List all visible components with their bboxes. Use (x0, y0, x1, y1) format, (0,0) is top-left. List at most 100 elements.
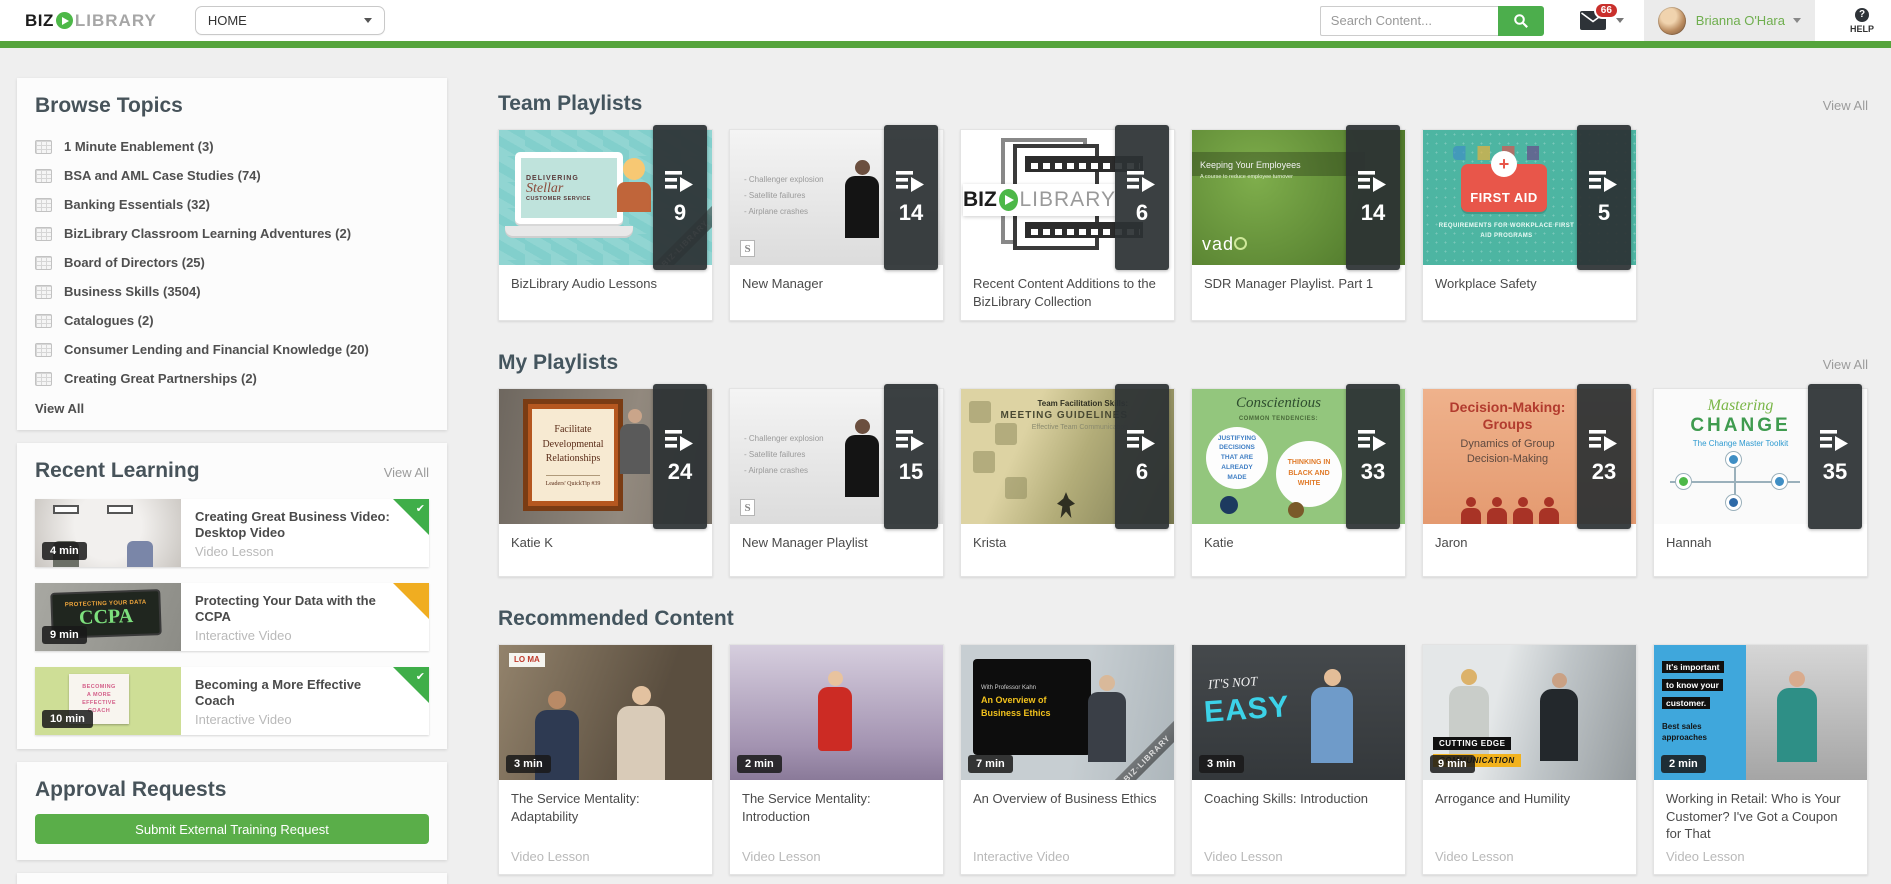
topic-label: Banking Essentials (32) (64, 197, 210, 212)
logo-library-text: LIBRARY (74, 10, 157, 30)
content-thumbnail[interactable]: With Professor Kahn An Overview of Busin… (961, 645, 1174, 781)
playlist-card[interactable]: Decision-Making: Groups Dynamics of Grou… (1422, 384, 1637, 578)
topic-label: Board of Directors (25) (64, 255, 205, 270)
content-card[interactable]: 2 min The Service Mentality: Introductio… (729, 644, 944, 876)
playlist-count: 15 (898, 458, 924, 484)
in-progress-ribbon (393, 583, 429, 619)
topic-label: Creating Great Partnerships (2) (64, 371, 257, 386)
playlist-strip: 6 (1115, 125, 1169, 270)
content-card[interactable]: CUTTING EDGE COMMUNICATION 9 min Arrogan… (1422, 644, 1637, 876)
playlist-card[interactable]: - Challenger explosion - Satellite failu… (729, 125, 944, 322)
help-button[interactable]: ? HELP (1843, 7, 1881, 34)
topic-item[interactable]: Consumer Lending and Financial Knowledge… (35, 335, 429, 364)
search-input[interactable] (1319, 5, 1498, 36)
content-thumbnail[interactable]: IT'S NOT EASY 3 min (1192, 645, 1405, 781)
duration-badge: 9 min (42, 626, 87, 644)
content-thumbnail[interactable]: LO MA 3 min (499, 645, 712, 781)
my-playlists-view-all[interactable]: View All (1823, 357, 1868, 372)
thumbnail-text: EFFECTIVE (82, 700, 116, 706)
topic-item[interactable]: Catalogues (2) (35, 306, 429, 335)
playlist-strip: 33 (1346, 384, 1400, 530)
thumbnail-text: - Challenger explosion (744, 434, 824, 444)
thumbnail-text: With Professor Kahn (981, 685, 1037, 692)
thumbnail-text: CUSTOMER SERVICE (526, 195, 591, 202)
notifications-menu[interactable]: 66 (1579, 2, 1624, 30)
content-thumbnail[interactable]: CUTTING EDGE COMMUNICATION 9 min (1423, 645, 1636, 781)
content-card[interactable]: With Professor Kahn An Overview of Busin… (960, 644, 1175, 876)
playlist-thumbnail[interactable]: Conscientious COMMON TENDENCIES: JUSTIFY… (1192, 384, 1405, 530)
content-card[interactable]: It's important to know your customer. Be… (1653, 644, 1868, 876)
duration-badge: 9 min (1430, 755, 1475, 774)
browse-topics-view-all[interactable]: View All (35, 401, 429, 416)
topic-grid-icon (35, 371, 52, 386)
content-thumbnail[interactable]: 2 min (730, 645, 943, 781)
skillsoft-logo: S (740, 240, 755, 257)
playlist-thumbnail[interactable]: Mastering CHANGE The Change Master Toolk… (1654, 384, 1867, 530)
vado-logo: vad (1202, 234, 1235, 254)
thumbnail-text: REQUIREMENTS FOR WORKPLACE FIRST AID PRO… (1438, 223, 1575, 239)
submit-external-training-request-button[interactable]: Submit External Training Request (35, 814, 429, 844)
playlist-card[interactable]: Facilitate Developmental Relationships L… (498, 384, 713, 578)
content-info: Working in Retail: Who is Your Customer?… (1654, 780, 1867, 874)
playlist-thumbnail[interactable]: DELIVERING Stellar CUSTOMER SERVICE BIZ◦… (499, 125, 712, 270)
topic-item[interactable]: Creating Great Partnerships (2) (35, 364, 429, 393)
playlist-card[interactable]: Mastering CHANGE The Change Master Toolk… (1653, 384, 1868, 578)
playlist-thumbnail[interactable]: + FIRST AID REQUIREMENTS FOR WORKPLACE F… (1423, 125, 1636, 270)
topic-item[interactable]: BizLibrary Classroom Learning Adventures… (35, 219, 429, 248)
recent-learning-item[interactable]: PROTECTING YOUR DATA CCPA 9 min Protecti… (35, 583, 429, 651)
content-thumbnail[interactable]: It's important to know your customer. Be… (1654, 645, 1867, 781)
topic-item[interactable]: Board of Directors (25) (35, 248, 429, 277)
topic-item[interactable]: Business Skills (3504) (35, 277, 429, 306)
playlist-strip: 23 (1577, 384, 1631, 530)
my-playlists-row: Facilitate Developmental Relationships L… (498, 384, 1891, 578)
content-card[interactable]: LO MA 3 min The Service Mentality: Adapt… (498, 644, 713, 876)
content-type: Video Lesson (742, 848, 821, 864)
playlist-thumbnail[interactable]: Facilitate Developmental Relationships L… (499, 384, 712, 530)
my-playlists-title: My Playlists (498, 351, 619, 375)
lesson-type: Interactive Video (195, 712, 292, 727)
approval-requests-title: Approval Requests (35, 778, 227, 801)
team-playlists-view-all[interactable]: View All (1823, 98, 1868, 113)
duration-badge: 10 min (42, 710, 93, 728)
thumbnail-text: - Satellite failures (744, 450, 806, 460)
thumbnail-text: CHANGE (1690, 415, 1791, 437)
search-button[interactable] (1497, 5, 1544, 36)
recent-learning-item[interactable]: 4 min Creating Great Business Video: Des… (35, 499, 429, 567)
topic-list: 1 Minute Enablement (3) BSA and AML Case… (35, 132, 429, 393)
recent-learning-view-all[interactable]: View All (384, 465, 429, 480)
playlist-card[interactable]: Conscientious COMMON TENDENCIES: JUSTIFY… (1191, 384, 1406, 578)
playlist-card[interactable]: - Challenger explosion - Satellite failu… (729, 384, 944, 578)
thumbnail-text: Team Facilitation Skills: (1037, 399, 1128, 409)
thumbnail-text: - Challenger explosion (744, 175, 824, 184)
playlist-title: Jaron (1435, 535, 1468, 551)
playlist-strip: 6 (1115, 384, 1169, 530)
question-mark-icon: ? (1855, 7, 1869, 22)
playlist-card[interactable]: + FIRST AID REQUIREMENTS FOR WORKPLACE F… (1422, 125, 1637, 322)
lesson-thumbnail: 4 min (35, 499, 181, 567)
user-menu[interactable]: Brianna O'Hara (1643, 0, 1815, 41)
topic-grid-icon (35, 139, 52, 154)
playlist-thumbnail[interactable]: Decision-Making: Groups Dynamics of Grou… (1423, 384, 1636, 530)
playlist-card[interactable]: DELIVERING Stellar CUSTOMER SERVICE BIZ◦… (498, 125, 713, 322)
playlist-title: BizLibrary Audio Lessons (511, 276, 657, 291)
playlist-thumbnail[interactable]: Keeping Your Employees A course to reduc… (1192, 125, 1405, 270)
playlist-count: 14 (1360, 199, 1386, 225)
playlist-card[interactable]: Team Facilitation Skills: MEETING GUIDEL… (960, 384, 1175, 578)
chevron-down-icon (1615, 18, 1624, 23)
document-icon (35, 284, 52, 299)
playlist-card[interactable]: Keeping Your Employees A course to reduc… (1191, 125, 1406, 322)
topic-item[interactable]: Banking Essentials (32) (35, 190, 429, 219)
playlist-thumbnail[interactable]: Team Facilitation Skills: MEETING GUIDEL… (961, 384, 1174, 530)
user-name: Brianna O'Hara (1695, 13, 1785, 28)
playlist-thumbnail[interactable]: - Challenger explosion - Satellite failu… (730, 125, 943, 270)
playlist-thumbnail[interactable]: BIZ LIBRARY 6 (961, 125, 1174, 270)
playlist-thumbnail[interactable]: - Challenger explosion - Satellite failu… (730, 384, 943, 530)
topic-item[interactable]: 1 Minute Enablement (3) (35, 132, 429, 161)
playlist-card[interactable]: BIZ LIBRARY 6 Recent Content Additions t… (960, 125, 1175, 322)
topic-item[interactable]: BSA and AML Case Studies (74) (35, 161, 429, 190)
recent-learning-item[interactable]: BECOMING A MORE EFFECTIVE COACH 10 min B… (35, 667, 429, 735)
biz-library-logo[interactable]: BIZ LIBRARY (25, 11, 157, 31)
help-label: HELP (1849, 23, 1874, 34)
home-dropdown[interactable]: HOME (194, 6, 385, 35)
content-card[interactable]: IT'S NOT EASY 3 min Coaching Skills: Int… (1191, 644, 1406, 876)
